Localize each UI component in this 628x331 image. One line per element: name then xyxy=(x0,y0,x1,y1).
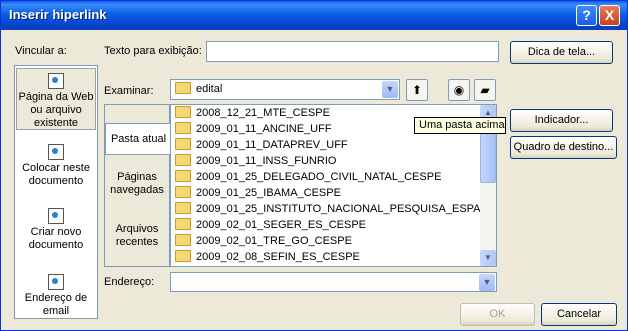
help-icon[interactable]: ? xyxy=(576,5,597,26)
list-item[interactable]: 2009_02_01_SEGER_ES_CESPE xyxy=(175,217,366,233)
close-icon[interactable]: X xyxy=(599,5,620,26)
nav-label: Página da Web ou arquivo existente xyxy=(18,91,94,129)
dialog-title: Inserir hiperlink xyxy=(9,7,107,22)
browse-tabs: Pasta atual Páginas navegadas Arquivos r… xyxy=(104,104,171,267)
folder-up-icon: ⬆ xyxy=(411,83,423,97)
insert-hyperlink-dialog: Inserir hiperlink ? X Vincular a: Texto … xyxy=(0,0,628,331)
nav-label: Endereço de email xyxy=(24,292,88,317)
folder-icon xyxy=(175,82,191,95)
folder-icon xyxy=(175,186,191,199)
chevron-down-icon[interactable]: ▼ xyxy=(479,274,495,291)
folder-icon xyxy=(175,122,191,135)
screen-tip-button[interactable]: Dica de tela... xyxy=(510,41,613,64)
web-page-icon xyxy=(48,73,64,89)
globe-search-icon: ◉ xyxy=(453,83,465,97)
folder-icon xyxy=(175,234,191,247)
address-dropdown[interactable]: ▼ xyxy=(170,272,497,292)
up-one-folder-button[interactable]: ⬆ xyxy=(406,79,428,101)
tab-browsed-pages[interactable]: Páginas navegadas xyxy=(105,171,169,197)
look-in-dropdown[interactable]: edital ▼ xyxy=(170,79,400,100)
folder-icon xyxy=(175,170,191,183)
folder-icon xyxy=(175,202,191,215)
new-document-icon xyxy=(48,208,64,224)
document-place-icon xyxy=(48,144,64,160)
browse-file-button[interactable]: ▰ xyxy=(474,79,496,101)
tooltip: Uma pasta acima xyxy=(414,117,506,134)
browse-web-button[interactable]: ◉ xyxy=(448,79,470,101)
nav-create-new-document[interactable]: Criar novo documento xyxy=(15,208,97,252)
cancel-button[interactable]: Cancelar xyxy=(541,303,617,326)
list-item[interactable]: 2009_01_11_ANCINE_UFF xyxy=(175,121,332,137)
address-label: Endereço: xyxy=(104,276,155,288)
folder-icon xyxy=(175,106,191,119)
list-item[interactable]: 2009_01_11_INSS_FUNRIO xyxy=(175,153,336,169)
list-item[interactable]: 2008_12_21_MTE_CESPE xyxy=(175,105,330,121)
folder-icon xyxy=(175,218,191,231)
nav-place-in-document[interactable]: Colocar neste documento xyxy=(15,144,97,188)
look-in-value: edital xyxy=(196,83,223,95)
list-item[interactable]: 2009_01_25_INSTITUTO_NACIONAL_PESQUISA_E… xyxy=(175,201,496,217)
text-display-input[interactable] xyxy=(206,41,499,62)
tab-recent-files[interactable]: Arquivos recentes xyxy=(105,223,169,249)
email-address-icon xyxy=(48,274,64,290)
target-frame-button[interactable]: Quadro de destino... xyxy=(510,136,617,159)
bookmark-button[interactable]: Indicador... xyxy=(510,109,613,132)
open-folder-icon: ▰ xyxy=(480,83,490,97)
list-item[interactable]: 2009_01_25_IBAMA_CESPE xyxy=(175,185,341,201)
list-item[interactable]: 2009_01_11_DATAPREV_UFF xyxy=(175,137,348,153)
link-to-label: Vincular a: xyxy=(15,45,67,57)
folder-icon xyxy=(175,250,191,263)
chevron-down-icon[interactable]: ▼ xyxy=(480,250,496,266)
nav-existing-file[interactable]: Página da Web ou arquivo existente xyxy=(16,68,96,130)
folder-icon xyxy=(175,154,191,167)
list-item[interactable]: 2009_02_01_TRE_GO_CESPE xyxy=(175,233,352,249)
nav-email-address[interactable]: Endereço de email xyxy=(15,274,97,318)
folder-icon xyxy=(175,138,191,151)
title-bar: Inserir hiperlink ? X xyxy=(1,1,627,30)
ok-button[interactable]: OK xyxy=(460,303,535,326)
chevron-down-icon[interactable]: ▼ xyxy=(382,81,398,98)
text-display-label: Texto para exibição: xyxy=(104,45,202,57)
list-item[interactable]: 2009_02_08_SEFIN_ES_CESPE xyxy=(175,249,360,265)
nav-label: Colocar neste documento xyxy=(22,162,90,187)
link-to-sidebar: Página da Web ou arquivo existente Coloc… xyxy=(14,65,98,319)
nav-label: Criar novo documento xyxy=(28,226,84,251)
tab-current-folder[interactable]: Pasta atual xyxy=(105,123,171,155)
look-in-label: Examinar: xyxy=(104,85,154,97)
list-item[interactable]: 2009_01_25_DELEGADO_CIVIL_NATAL_CESPE xyxy=(175,169,441,185)
